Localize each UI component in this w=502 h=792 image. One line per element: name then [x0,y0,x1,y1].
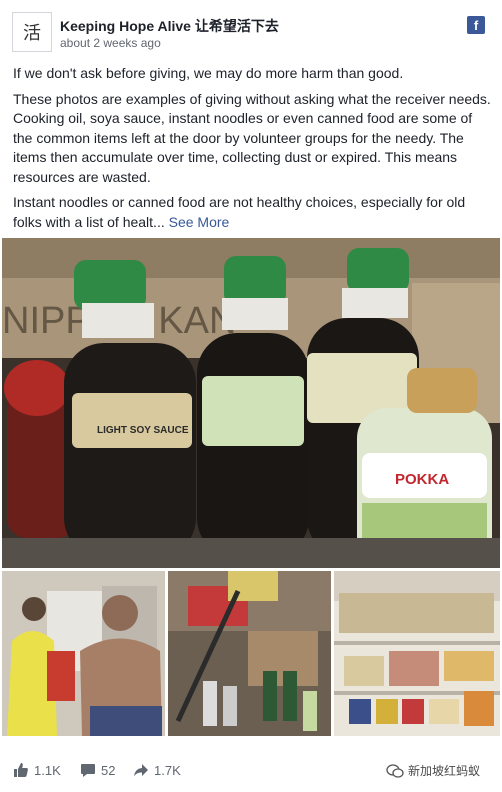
watermark-text: 新加坡红蚂蚁 [408,764,481,778]
photo-kitchen[interactable] [2,571,165,736]
like-count: 1.1K [34,762,61,778]
post-footer: 1.1K 52 1.7K 新加坡红蚂蚁 [0,750,502,792]
comment-button[interactable]: 52 [80,762,115,778]
post-paragraph: These photos are examples of giving with… [13,90,491,185]
avatar-logo-text: 活 [23,23,41,44]
post-header: 活 Keeping Hope Alive 让希望活下去 about 2 week… [0,0,502,58]
watermark: 新加坡红蚂蚁 [386,762,480,779]
photo-floor-items[interactable] [168,571,331,736]
thumbs-up-icon [14,763,28,777]
post-timestamp[interactable]: about 2 weeks ago [60,36,161,50]
photo-shelf-cans[interactable] [334,571,500,736]
photo-bottles[interactable]: NIPPON KAN LIGHT SOY SAUCE POKKA [2,238,500,568]
post-paragraph-text: Instant noodles or canned food are not h… [13,194,466,230]
see-more-link[interactable]: See More [169,214,230,230]
wechat-icon [386,763,404,778]
share-button[interactable]: 1.7K [133,762,181,778]
comment-count: 52 [101,762,116,778]
facebook-icon: f [467,16,485,34]
post-paragraph: Instant noodles or canned food are not h… [13,193,491,232]
bottle-label-text: POKKA [395,471,449,488]
comment-icon [81,764,95,777]
post-body: If we don't ask before giving, we may do… [13,64,491,238]
share-count: 1.7K [154,762,181,778]
page-avatar[interactable]: 活 [12,12,52,52]
like-button[interactable]: 1.1K [13,762,61,778]
photo-grid: NIPPON KAN LIGHT SOY SAUCE POKKA [0,238,502,738]
post-paragraph: If we don't ask before giving, we may do… [13,65,404,81]
bottle-label-text: LIGHT SOY SAUCE [97,425,189,436]
page-name-link[interactable]: Keeping Hope Alive 让希望活下去 [60,16,279,36]
share-icon [134,764,148,777]
